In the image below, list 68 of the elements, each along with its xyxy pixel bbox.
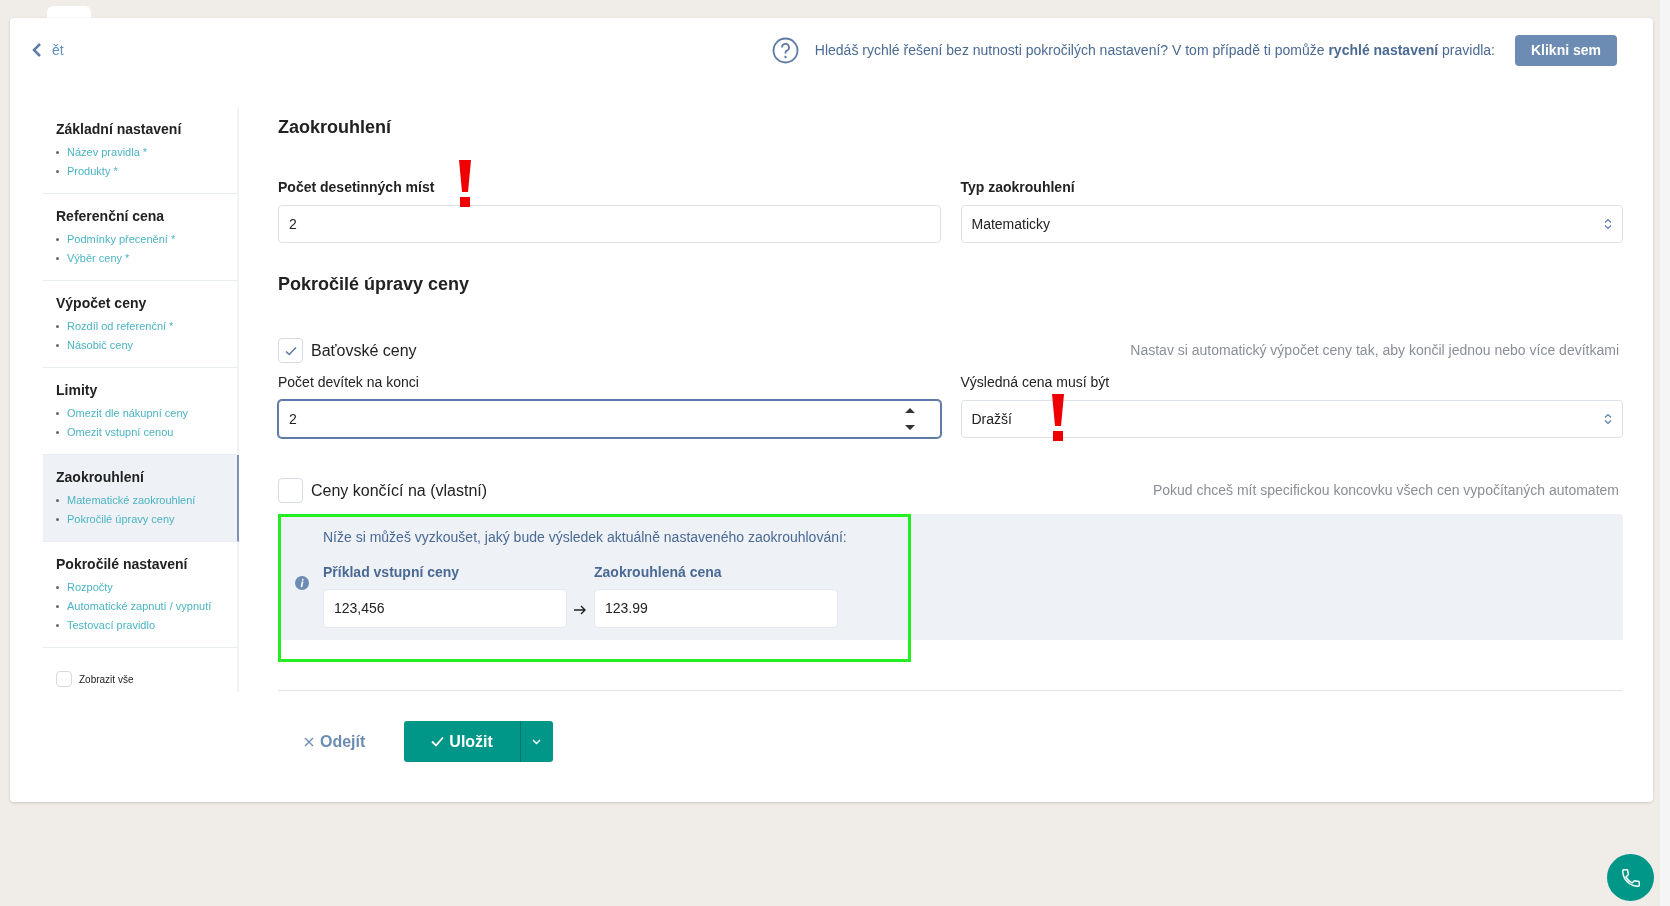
sidebar-link[interactable]: Název pravidla * xyxy=(56,143,224,162)
field-label: Výsledná cena musí být xyxy=(960,373,1111,392)
sidebar-link[interactable]: Omezit vstupní cenou xyxy=(56,423,224,442)
show-all-label: Zobrazit vše xyxy=(79,672,134,687)
field-value: Dražší xyxy=(971,409,1013,429)
option-label: Baťovské ceny xyxy=(311,340,417,361)
sidebar-link[interactable]: Automatické zapnutí / vypnutí xyxy=(56,597,224,616)
section-heading: Zaokrouhlení xyxy=(278,116,393,139)
sidebar-link[interactable]: Rozpočty xyxy=(56,578,224,597)
sidebar-link[interactable]: Omezit dle nákupní ceny xyxy=(56,404,224,423)
sidebar-link[interactable]: Testovací pravidlo xyxy=(56,616,224,635)
field-label: Příklad vstupní ceny xyxy=(323,562,461,582)
field-value: 2 xyxy=(289,214,298,234)
quick-setup-button[interactable]: Klikni sem xyxy=(1514,34,1617,66)
field-value: 2 xyxy=(289,409,298,429)
sidebar-link[interactable]: Produkty * xyxy=(56,162,224,181)
result-field: 123.99 xyxy=(594,588,838,628)
help-icon[interactable] xyxy=(771,36,799,64)
section-title: Pokročilé nastavení xyxy=(56,555,189,574)
sidebar-section[interactable]: Pokročilé nastavení Rozpočty Automatické zapnutí / vypnutí Testovací pravidlo xyxy=(43,542,237,648)
option-hint: Pokud chceš mít specifickou koncovku všech cen vypočítaných automatem xyxy=(1152,481,1619,500)
back-link[interactable]: ět xyxy=(32,39,64,61)
close-icon xyxy=(304,736,314,747)
sidebar-section[interactable]: Zaokrouhlení Matematické zaokrouhlení Pokročilé úpravy ceny xyxy=(43,455,239,542)
checkbox[interactable] xyxy=(56,671,72,687)
section-title: Zaokrouhlení xyxy=(56,468,145,487)
field-label: Počet devítek na konci xyxy=(278,373,420,392)
sidebar-link[interactable]: Pokročilé úpravy ceny xyxy=(56,510,224,529)
chevron-down-icon xyxy=(532,738,542,745)
sidebar-section[interactable]: Základní nastavení Název pravidla * Produkty * xyxy=(43,107,237,194)
sidebar-link[interactable]: Násobič ceny xyxy=(56,336,224,355)
phone-icon xyxy=(1619,866,1642,889)
section-title: Základní nastavení xyxy=(56,120,183,139)
field-label: Zaokrouhlená cena xyxy=(594,562,723,582)
option-hint: Nastav si automatický výpočet ceny tak, aby končil jednou nebo více devítkami xyxy=(1130,341,1619,360)
number-field[interactable]: 2 xyxy=(278,400,941,438)
up-down-caret-icon xyxy=(1604,218,1612,230)
sidebar-link[interactable]: Výběr ceny * xyxy=(56,249,224,268)
help-text: Hledáš rychlé řešení bez nutnosti pokročilých nastavení? V tom případě ti pomůže rychlé nastavení pravidla: xyxy=(814,40,1495,60)
checkbox[interactable] xyxy=(278,478,303,503)
select-field[interactable]: Matematicky xyxy=(960,205,1623,243)
section-title: Výpočet ceny xyxy=(56,294,148,313)
phone-button[interactable] xyxy=(1607,854,1654,901)
sidebar-section[interactable]: Referenční cena Podmínky přecenění * Výběr ceny * xyxy=(43,194,237,281)
number-field[interactable]: 2 xyxy=(278,205,941,243)
spinner-arrows-icon[interactable] xyxy=(903,406,916,432)
sidebar-link[interactable]: Rozdíl od referenční * xyxy=(56,317,224,336)
sidebar-link[interactable]: Podmínky přecenění * xyxy=(56,230,224,249)
exclamation-icon xyxy=(456,160,474,208)
arrow-right-icon xyxy=(574,604,587,615)
field-label: Počet desetinných míst xyxy=(278,178,436,197)
checkbox[interactable] xyxy=(278,338,303,363)
tester-intro: Níže si můžeš vyzkoušet, jaký bude výsledek aktuálně nastaveného zaokrouhlování: xyxy=(323,527,847,547)
sidebar-section[interactable]: Výpočet ceny Rozdíl od referenční * Násobič ceny xyxy=(43,281,237,368)
chevron-left-icon xyxy=(32,43,42,57)
section-title: Limity xyxy=(56,381,99,400)
sidebar-link[interactable]: Matematické zaokrouhlení xyxy=(56,491,224,510)
select-field[interactable]: Dražší xyxy=(960,400,1623,438)
section-title: Referenční cena xyxy=(56,207,166,226)
check-icon xyxy=(431,736,445,747)
input-field[interactable]: 123,456 xyxy=(323,588,567,628)
option-label: Ceny končící na (vlastní) xyxy=(311,480,488,501)
field-value: Matematicky xyxy=(971,214,1052,234)
info-icon xyxy=(295,576,309,590)
cancel-button[interactable]: Odejít xyxy=(304,729,366,754)
section-heading: Pokročilé úpravy ceny xyxy=(278,273,471,296)
field-label: Typ zaokrouhlení xyxy=(960,178,1076,197)
up-down-caret-icon xyxy=(1604,413,1612,425)
